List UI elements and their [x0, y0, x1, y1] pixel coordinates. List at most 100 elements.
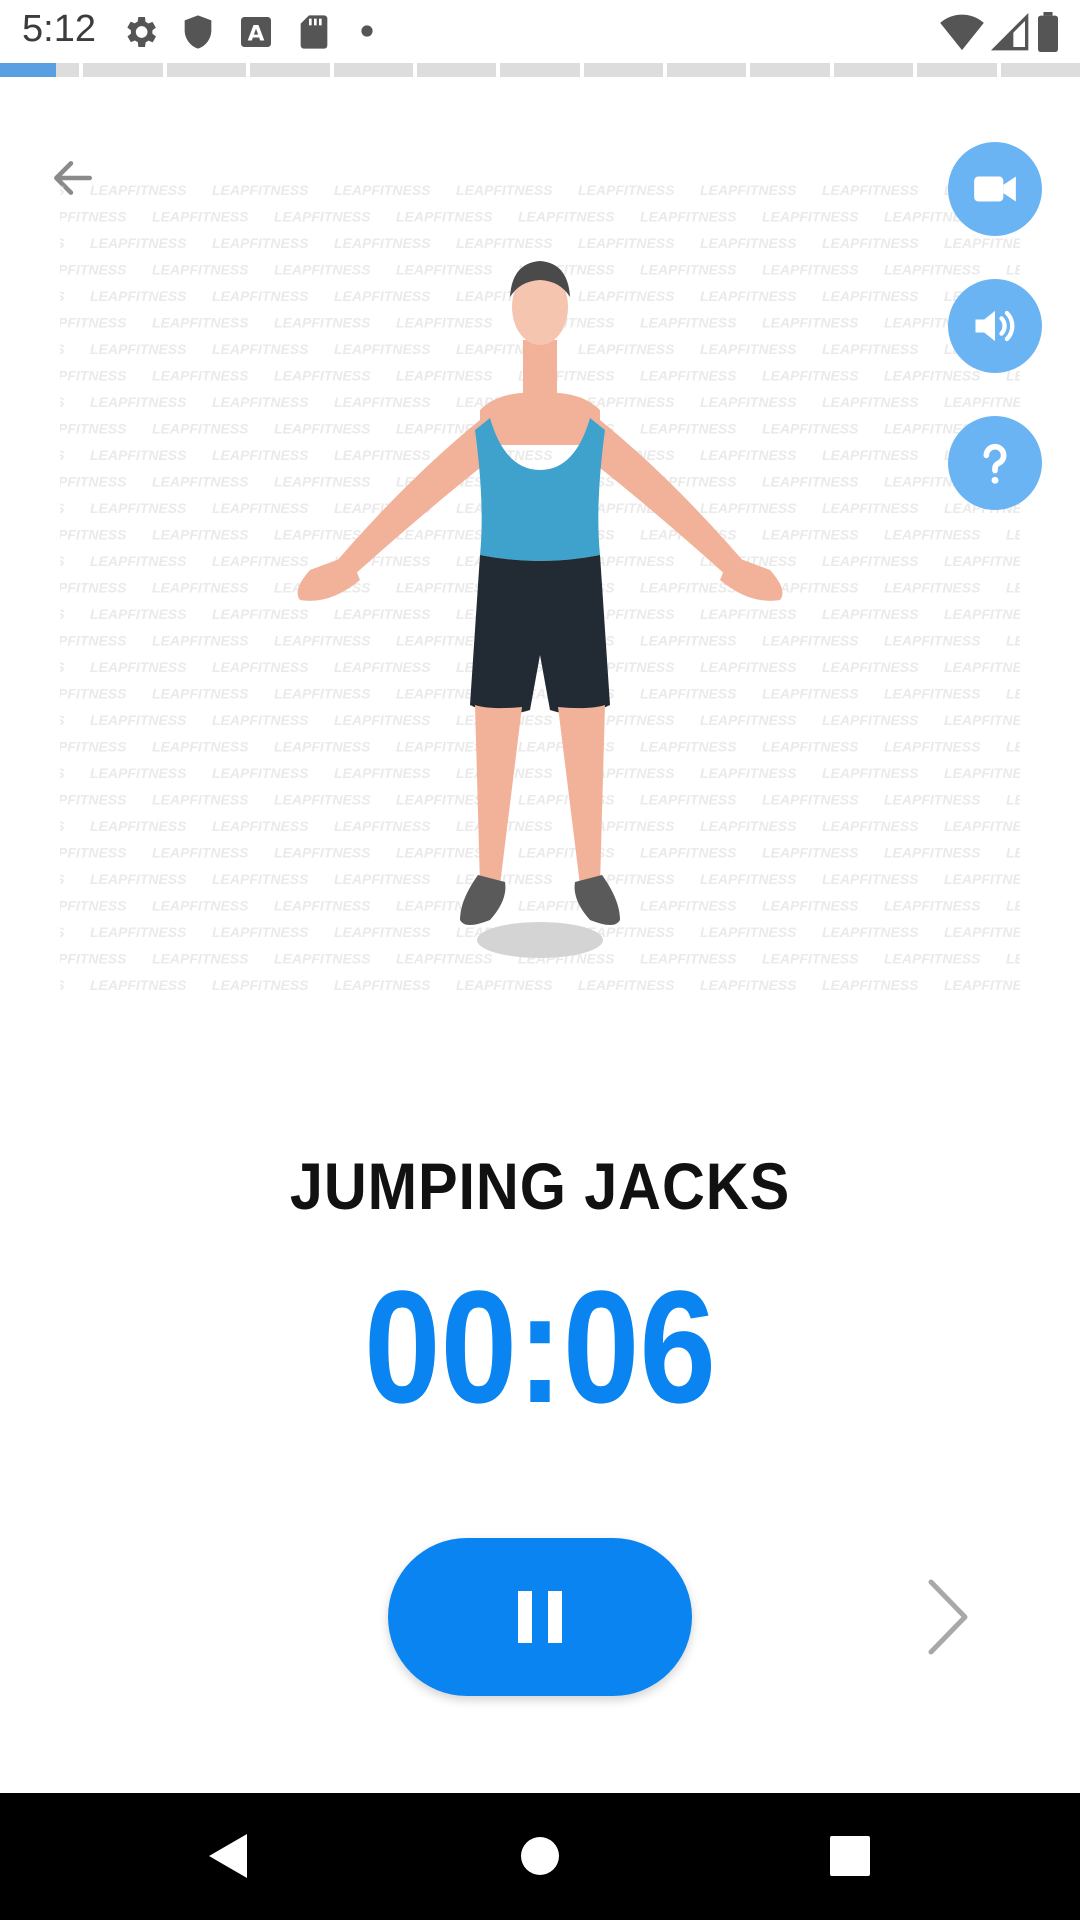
watermark-text: LEAPFITNESS — [762, 633, 859, 649]
watermark-text: LEAPFITNESS — [60, 871, 65, 887]
watermark-text: LEAPFITNESS — [334, 606, 431, 622]
watermark-text: LEAPFITNESS — [822, 447, 919, 463]
pause-icon — [518, 1591, 562, 1643]
watermark-text: LEAPFITNESS — [822, 659, 919, 675]
watermark-text: LEAPFITNESS — [944, 394, 1020, 410]
watermark-text: LEAPFITNESS — [90, 977, 187, 993]
watermark-text: LEAPFITNESS — [212, 606, 309, 622]
watermark-text: LEAPFITNESS — [640, 368, 737, 384]
video-button[interactable] — [948, 142, 1042, 236]
watermark-text: LEAPFITNESS — [334, 924, 431, 940]
progress-segment — [583, 63, 664, 77]
progress-segment — [250, 63, 330, 77]
nav-home-button[interactable] — [505, 1821, 575, 1891]
watermark-text: LEAPFITNESS — [944, 871, 1020, 887]
watermark-text: LEAPFITNESS — [822, 394, 919, 410]
watermark-text: LEAPFITNESS — [884, 686, 981, 702]
watermark-text: LEAPFITNESS — [90, 185, 187, 198]
watermark-text: LEAPFITNESS — [822, 185, 919, 198]
gear-icon — [120, 12, 160, 57]
watermark-text: LEAPFITNESS — [578, 185, 675, 198]
help-button[interactable] — [948, 416, 1042, 510]
watermark-text: LEAPFITNESS — [212, 341, 309, 357]
watermark-text: LEAPFITNESS — [152, 527, 249, 543]
watermark-text: LEAPFITNESS — [274, 474, 371, 490]
watermark-text: LEAPFITNESS — [90, 447, 187, 463]
watermark-text: LEAPFITNESS — [700, 606, 797, 622]
sound-button[interactable] — [948, 279, 1042, 373]
watermark-text: LEAPFITNESS — [762, 209, 859, 225]
watermark-text: LEAPFITNESS — [822, 341, 919, 357]
watermark-text: LEAPFITNESS — [944, 765, 1020, 781]
watermark-text: LEAPFITNESS — [456, 185, 553, 198]
watermark-text: LEAPFITNESS — [640, 262, 737, 278]
watermark-text: LEAPFITNESS — [60, 951, 127, 967]
watermark-text: LEAPFITNESS — [60, 924, 65, 940]
watermark-text: LEAPFITNESS — [274, 686, 371, 702]
watermark-text: LEAPFITNESS — [578, 235, 675, 251]
exercise-progress-bar — [0, 63, 1080, 77]
shield-icon — [178, 12, 218, 57]
watermark-text: LEAPFITNESS — [640, 633, 737, 649]
watermark-text: LEAPFITNESS — [60, 633, 127, 649]
watermark-text: LEAPFITNESS — [884, 633, 981, 649]
watermark-text: LEAPFITNESS — [90, 924, 187, 940]
nav-recents-button[interactable] — [815, 1821, 885, 1891]
watermark-text: LEAPFITNESS — [334, 871, 431, 887]
progress-segment — [917, 63, 997, 77]
watermark-text: LEAPFITNESS — [90, 712, 187, 728]
watermark-text: LEAPFITNESS — [700, 394, 797, 410]
wifi-icon — [940, 12, 984, 57]
watermark-text: LEAPFITNESS — [152, 368, 249, 384]
watermark-text: LEAPFITNESS — [90, 659, 187, 675]
watermark-text: LEAPFITNESS — [884, 898, 981, 914]
watermark-text: LEAPFITNESS — [640, 739, 737, 755]
watermark-text: LEAPFITNESS — [1006, 633, 1020, 649]
watermark-text: LEAPFITNESS — [334, 447, 431, 463]
watermark-text: LEAPFITNESS — [274, 845, 371, 861]
watermark-text: LEAPFITNESS — [60, 315, 127, 331]
progress-segment-fill — [0, 63, 56, 77]
pause-button[interactable] — [388, 1538, 692, 1696]
watermark-text: LEAPFITNESS — [334, 712, 431, 728]
next-exercise-button[interactable] — [918, 1578, 978, 1656]
watermark-text: LEAPFITNESS — [762, 527, 859, 543]
watermark-text: LEAPFITNESS — [822, 765, 919, 781]
circle-home-icon — [521, 1837, 559, 1875]
nav-back-button[interactable] — [192, 1821, 262, 1891]
chevron-right-icon — [928, 1579, 968, 1655]
watermark-text: LEAPFITNESS — [1006, 262, 1020, 278]
watermark-text: LEAPFITNESS — [762, 368, 859, 384]
progress-segment — [166, 63, 247, 77]
watermark-text: LEAPFITNESS — [60, 235, 65, 251]
watermark-text: LEAPFITNESS — [212, 500, 309, 516]
battery-icon — [1036, 12, 1060, 57]
watermark-text: LEAPFITNESS — [762, 951, 859, 967]
watermark-text: LEAPFITNESS — [90, 235, 187, 251]
watermark-text: LEAPFITNESS — [1006, 792, 1020, 808]
watermark-text: LEAPFITNESS — [274, 633, 371, 649]
watermark-text: LEAPFITNESS — [274, 421, 371, 437]
watermark-text: LEAPFITNESS — [60, 421, 127, 437]
watermark-text: LEAPFITNESS — [152, 792, 249, 808]
watermark-text: LEAPFITNESS — [152, 262, 249, 278]
watermark-text: LEAPFITNESS — [152, 421, 249, 437]
watermark-text: LEAPFITNESS — [274, 209, 371, 225]
watermark-text: LEAPFITNESS — [700, 712, 797, 728]
watermark-text: LEAPFITNESS — [700, 235, 797, 251]
watermark-text: LEAPFITNESS — [884, 845, 981, 861]
watermark-text: LEAPFITNESS — [152, 580, 249, 596]
watermark-text: LEAPFITNESS — [334, 235, 431, 251]
watermark-text: LEAPFITNESS — [456, 977, 553, 993]
watermark-text: LEAPFITNESS — [822, 712, 919, 728]
watermark-text: LEAPFITNESS — [700, 288, 797, 304]
watermark-text: LEAPFITNESS — [152, 209, 249, 225]
watermark-text: LEAPFITNESS — [90, 394, 187, 410]
progress-segment — [750, 63, 830, 77]
watermark-text: LEAPFITNESS — [60, 474, 127, 490]
watermark-text: LEAPFITNESS — [822, 235, 919, 251]
watermark-text: LEAPFITNESS — [822, 818, 919, 834]
watermark-text: LEAPFITNESS — [60, 712, 65, 728]
watermark-text: LEAPFITNESS — [640, 421, 737, 437]
watermark-text: LEAPFITNESS — [212, 235, 309, 251]
